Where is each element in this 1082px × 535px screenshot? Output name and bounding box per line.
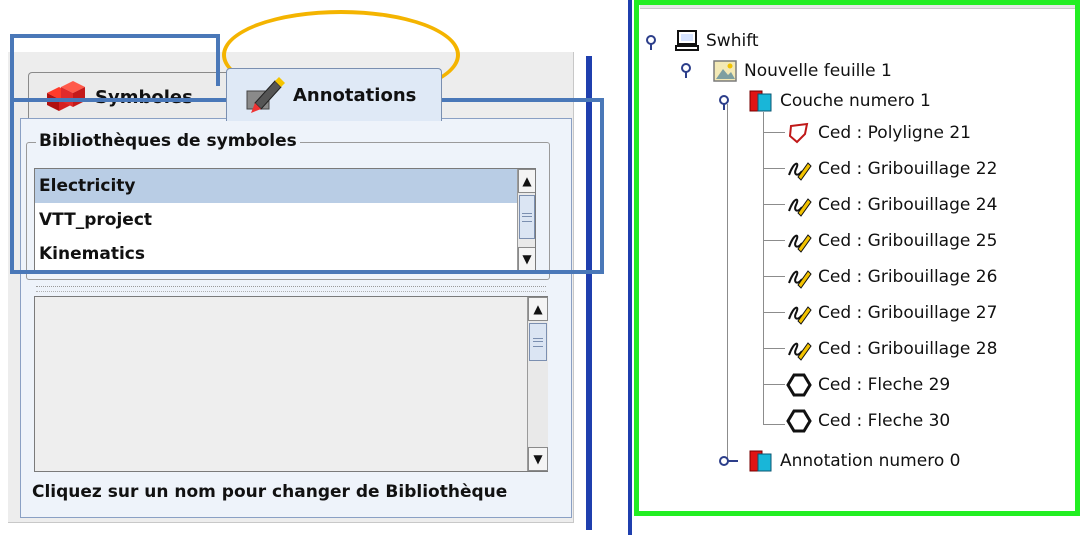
scroll-thumb[interactable] (529, 323, 547, 361)
symbol-preview-area[interactable]: ▲ ▼ (34, 296, 548, 472)
scroll-down-arrow-icon[interactable]: ▼ (528, 447, 548, 471)
symbol-area-scrollbar[interactable]: ▲ ▼ (527, 297, 548, 471)
tree-panel-edge (628, 0, 632, 535)
tab-annotations-label: Annotations (293, 85, 417, 106)
highlight-box-library (10, 98, 604, 274)
pen-annotation-icon (241, 77, 285, 119)
highlight-box-tab (10, 34, 220, 86)
library-hint-text: Cliquez sur un nom pour changer de Bibli… (32, 482, 508, 502)
highlight-box-tree (634, 0, 1080, 516)
scroll-up-arrow-icon[interactable]: ▲ (528, 297, 548, 321)
split-pane-divider[interactable] (36, 286, 546, 292)
tab-annotations[interactable]: Annotations (226, 68, 442, 121)
